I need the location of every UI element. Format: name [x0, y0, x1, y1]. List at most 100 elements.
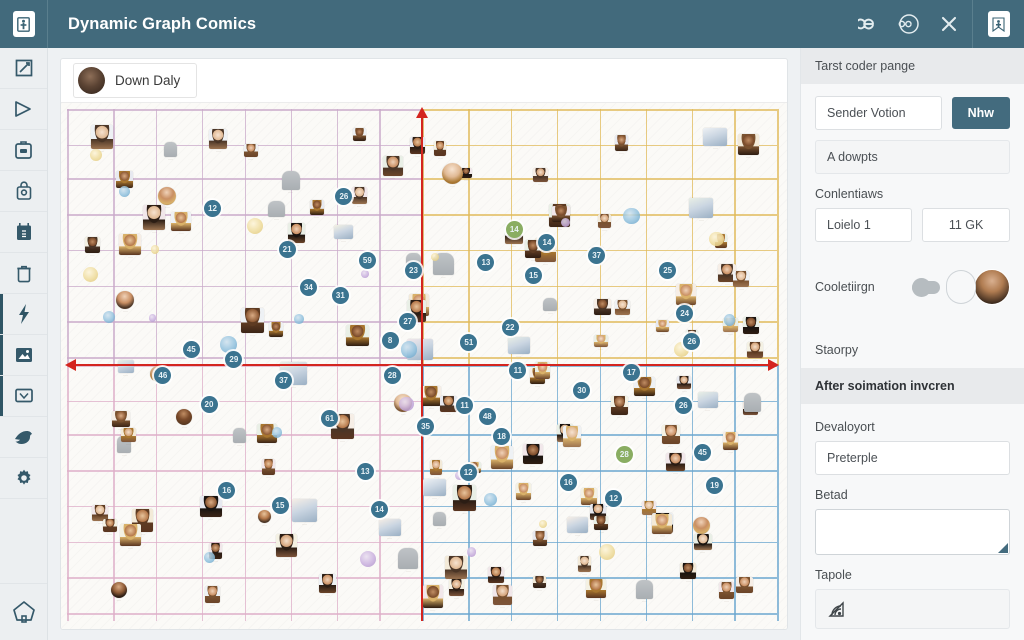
graph-node[interactable]: ·····: [722, 432, 738, 454]
graph-badge[interactable]: 14: [505, 220, 523, 238]
graph-node[interactable]: ·····: [351, 187, 367, 208]
graph-node[interactable]: ·····: [334, 225, 354, 243]
graph-node[interactable]: ·····: [281, 171, 300, 194]
graph-node[interactable]: ·····: [143, 204, 166, 234]
graph-node[interactable]: ·····: [116, 290, 135, 313]
sidebar-item-home[interactable]: [0, 584, 47, 640]
graph-badge[interactable]: 22: [501, 318, 519, 336]
graph-node[interactable]: ·····: [422, 584, 443, 612]
graph-node[interactable]: ·····: [171, 211, 192, 235]
graph-badge[interactable]: 19: [706, 476, 724, 494]
graph-node[interactable]: ·····: [345, 325, 369, 350]
graph-badge[interactable]: 21: [278, 241, 296, 259]
graph-node[interactable]: ·····: [292, 498, 318, 526]
graph-node[interactable]: ·····: [398, 547, 419, 573]
graph-node[interactable]: ·····: [421, 385, 442, 410]
graph-badge[interactable]: 37: [275, 371, 293, 389]
graph-node[interactable]: ·····: [490, 446, 513, 473]
graph-node[interactable]: ·····: [661, 425, 680, 448]
user-chip[interactable]: Down Daly: [73, 63, 198, 98]
graph-node[interactable]: ·····: [440, 395, 458, 416]
graph-node[interactable]: ·····: [269, 321, 284, 341]
graph-node[interactable]: ·····: [567, 517, 589, 537]
graph-node[interactable]: ·····: [735, 577, 753, 597]
graph-badge[interactable]: 23: [404, 261, 422, 279]
sidebar-item-screen[interactable]: [0, 376, 47, 417]
graph-node[interactable]: ·····: [719, 582, 735, 603]
graph-node[interactable]: ·····: [430, 460, 443, 479]
sidebar-item-settings[interactable]: [0, 458, 47, 499]
graph-badge[interactable]: 15: [271, 497, 289, 515]
graph-badge[interactable]: 26: [335, 187, 353, 205]
body-textarea[interactable]: [815, 509, 1010, 555]
sidebar-item-trash[interactable]: [0, 253, 47, 294]
graph-node[interactable]: ·····: [111, 410, 130, 431]
graph-node[interactable]: ·····: [586, 579, 606, 602]
secondary-input[interactable]: A dowpts: [815, 140, 1010, 174]
graph-node[interactable]: ·····: [747, 342, 764, 362]
graph-node[interactable]: ·····: [243, 144, 258, 161]
sidebar-item-calendar[interactable]: [0, 212, 47, 253]
story-row[interactable]: Staorpy: [801, 332, 1024, 368]
titlebar-bookmark-cell[interactable]: [972, 0, 1024, 48]
graph-node[interactable]: ·····: [309, 199, 324, 219]
graph-node[interactable]: ·····: [119, 234, 142, 259]
graph-node[interactable]: ·····: [693, 533, 712, 554]
graph-badge[interactable]: 17: [622, 364, 640, 382]
graph-badge[interactable]: 48: [478, 407, 496, 425]
graph-node[interactable]: ·····: [257, 509, 271, 527]
graph-node[interactable]: ·····: [737, 133, 759, 159]
graph-node[interactable]: ·····: [680, 563, 697, 583]
graph-node[interactable]: ·····: [209, 129, 228, 153]
graph-node[interactable]: ·····: [164, 141, 178, 161]
graph-node[interactable]: ·····: [432, 511, 446, 530]
sidebar-item-lock[interactable]: [0, 171, 47, 212]
graph-node[interactable]: ·····: [102, 518, 117, 536]
graph-node[interactable]: ·····: [205, 586, 221, 607]
sidebar-item-flash[interactable]: [0, 294, 47, 335]
graph-node[interactable]: ·····: [563, 426, 582, 451]
graph-node[interactable]: ·····: [449, 579, 465, 600]
graph-node[interactable]: ·····: [597, 214, 611, 232]
graph-node[interactable]: ·····: [120, 523, 142, 550]
graph-node[interactable]: ·····: [633, 377, 655, 400]
graph-badge[interactable]: 34: [299, 278, 317, 296]
graph-node[interactable]: ·····: [665, 452, 685, 475]
graph-badge[interactable]: 14: [538, 233, 556, 251]
graph-node[interactable]: ·····: [275, 534, 297, 561]
graph-badge[interactable]: 13: [356, 462, 374, 480]
graph-node[interactable]: ·····: [614, 134, 628, 155]
sidebar-item-bird[interactable]: [0, 417, 47, 458]
graph-node[interactable]: ·····: [262, 459, 276, 479]
graph-node[interactable]: ·····: [382, 155, 403, 180]
collection-left-input[interactable]: Loielo 1: [815, 208, 913, 242]
graph-node[interactable]: ·····: [656, 320, 670, 336]
graph-node[interactable]: ·····: [268, 201, 286, 221]
graph-node[interactable]: ·····: [493, 585, 513, 609]
graph-badge[interactable]: 11: [509, 361, 527, 379]
graph-node[interactable]: ·····: [176, 408, 193, 429]
graph-node[interactable]: ·····: [610, 396, 628, 419]
graph-node[interactable]: ·····: [378, 519, 401, 540]
graph-node[interactable]: ·····: [593, 334, 608, 351]
sidebar-item-edit[interactable]: [0, 48, 47, 89]
close-icon[interactable]: [936, 11, 962, 37]
graph-node[interactable]: ·····: [533, 575, 547, 592]
graph-node[interactable]: ·····: [233, 428, 247, 447]
graph-node[interactable]: ·····: [578, 555, 592, 576]
toggle-group[interactable]: [912, 269, 1010, 305]
graph-node[interactable]: ·····: [689, 198, 714, 222]
graph-node[interactable]: ·····: [614, 299, 630, 319]
graph-badge[interactable]: 28: [615, 446, 633, 464]
graph-badge[interactable]: 35: [417, 417, 435, 435]
graph-node[interactable]: ·····: [84, 237, 100, 257]
graph-node[interactable]: ·····: [742, 316, 759, 338]
media-picker[interactable]: [815, 589, 1010, 629]
toggle-switch[interactable]: [912, 277, 940, 297]
graph-node[interactable]: ·····: [117, 360, 134, 377]
graph-canvas[interactable]: ····· ····· ····· ····· ····· ····· ····· ·····…: [61, 103, 787, 629]
graph-badge[interactable]: 20: [200, 395, 218, 413]
graph-node[interactable]: ·····: [240, 308, 264, 337]
graph-badge[interactable]: 25: [659, 261, 677, 279]
sidebar-item-archive[interactable]: [0, 130, 47, 171]
